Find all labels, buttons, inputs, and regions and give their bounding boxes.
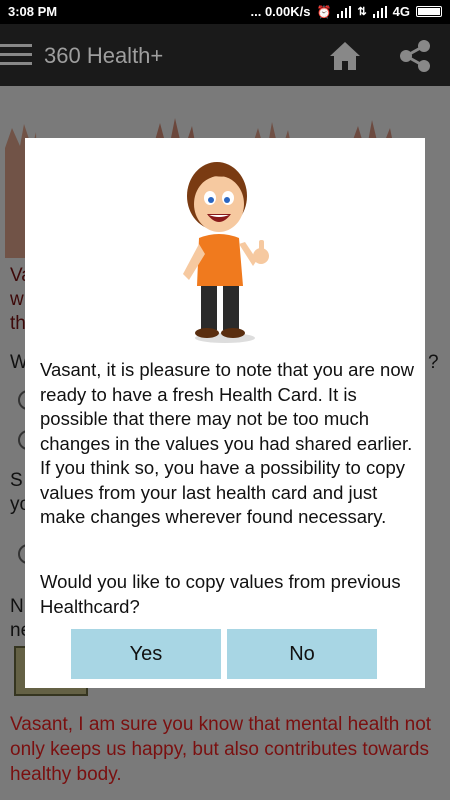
copy-values-dialog: Vasant, it is pleasure to note that you …: [25, 138, 425, 688]
status-bar: 3:08 PM ... 0.00K/s ⏰ ⇅ 4G: [0, 0, 450, 24]
cartoon-boy-illustration: [183, 162, 269, 343]
signal-icon: [372, 5, 387, 18]
battery-icon: [416, 6, 442, 17]
yes-button[interactable]: Yes: [71, 629, 221, 679]
no-button[interactable]: No: [227, 629, 377, 679]
app-title: 360 Health+: [44, 43, 164, 68]
dialog-message: Vasant, it is pleasure to note that you …: [40, 359, 414, 527]
data-arrows-icon: ⇅: [357, 6, 367, 18]
background-footer-text: Vasant, I am sure you know that mental h…: [10, 714, 432, 785]
status-indicators: ... 0.00K/s ⏰ ⇅ 4G: [250, 4, 442, 19]
share-icon[interactable]: [398, 39, 432, 73]
menu-icon[interactable]: [0, 44, 32, 66]
dialog-question: Would you like to copy values from previ…: [40, 571, 401, 617]
network-type: 4G: [392, 4, 410, 19]
network-speed: ... 0.00K/s: [250, 4, 311, 19]
alarm-off-icon: ⏰: [316, 4, 332, 19]
status-time: 3:08 PM: [8, 4, 58, 19]
home-icon[interactable]: [328, 40, 362, 72]
app-bar: 360 Health+: [0, 24, 450, 86]
signal-icon: [337, 5, 352, 18]
